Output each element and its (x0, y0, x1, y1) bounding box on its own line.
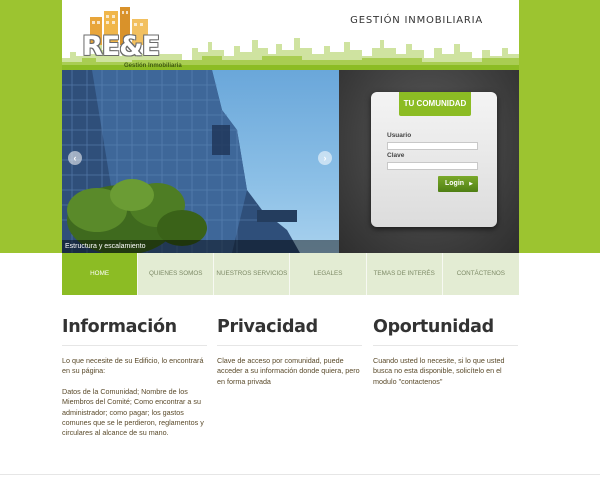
site-header: RE&E Gestión Inmobiliaria GESTIÓN INMOBI… (62, 0, 519, 70)
nav-item-nuestros-servicios[interactable]: NUESTROS SERVICIOS (214, 253, 291, 295)
password-label: Clave (387, 152, 405, 159)
page-container: RE&E Gestión Inmobiliaria GESTIÓN INMOBI… (62, 0, 519, 479)
opportunity-column: Oportunidad Cuando usted lo necesite, si… (373, 317, 518, 387)
building-photo (62, 70, 300, 253)
login-button[interactable]: Login ▶ (438, 176, 478, 192)
nav-item-home[interactable]: HOME (62, 253, 139, 295)
main-nav: HOME QUIENES SOMOS NUESTROS SERVICIOS LE… (62, 253, 519, 295)
brand-title: GESTIÓN INMOBILIARIA (350, 15, 483, 26)
info-column-intro: Lo que necesite de su Edificio, lo encon… (62, 356, 204, 376)
chevron-right-icon: › (323, 153, 327, 163)
chevron-left-icon: ‹ (73, 153, 77, 163)
info-column: Información Lo que necesite de su Edific… (62, 317, 207, 439)
triangle-right-icon: ▶ (469, 181, 473, 187)
login-card-title: TU COMUNIDAD (399, 92, 471, 116)
privacy-column-body: Clave de acceso por comunidad, puede acc… (217, 356, 360, 386)
login-button-label: Login (445, 180, 465, 187)
opportunity-column-title: Oportunidad (373, 317, 518, 346)
info-column-title: Información (62, 317, 207, 346)
privacy-column-title: Privacidad (217, 317, 362, 346)
slider-next-button[interactable]: › (318, 151, 332, 165)
slider-prev-button[interactable]: ‹ (68, 151, 82, 165)
site-logo[interactable]: RE&E Gestión Inmobiliaria (80, 5, 190, 69)
username-label: Usuario (387, 132, 412, 139)
slide-caption: Estructura y escalamiento (62, 240, 339, 253)
username-input[interactable] (387, 142, 478, 150)
footer-divider (0, 474, 600, 475)
privacy-column: Privacidad Clave de acceso por comunidad… (217, 317, 362, 387)
info-column-body: Datos de la Comunidad; Nombre de los Mie… (62, 386, 204, 438)
opportunity-column-body: Cuando usted lo necesite, si lo que uste… (373, 356, 505, 386)
nav-item-temas-de-interes[interactable]: TEMAS DE INTERÉS (366, 253, 443, 295)
logo-text: RE&E (82, 31, 160, 62)
login-card: TU COMUNIDAD Usuario Clave Login ▶ (371, 92, 497, 227)
nav-item-quienes-somos[interactable]: QUIENES SOMOS (138, 253, 215, 295)
password-input[interactable] (387, 162, 478, 170)
logo-subtitle: Gestión Inmobiliaria (124, 63, 182, 69)
nav-item-legales[interactable]: LEGALES (290, 253, 367, 295)
login-panel: TU COMUNIDAD Usuario Clave Login ▶ (339, 70, 519, 253)
hero-slider[interactable]: ‹ › Estructura y escalamiento (62, 70, 339, 253)
nav-item-contactenos[interactable]: CONTÁCTENOS (442, 253, 519, 295)
